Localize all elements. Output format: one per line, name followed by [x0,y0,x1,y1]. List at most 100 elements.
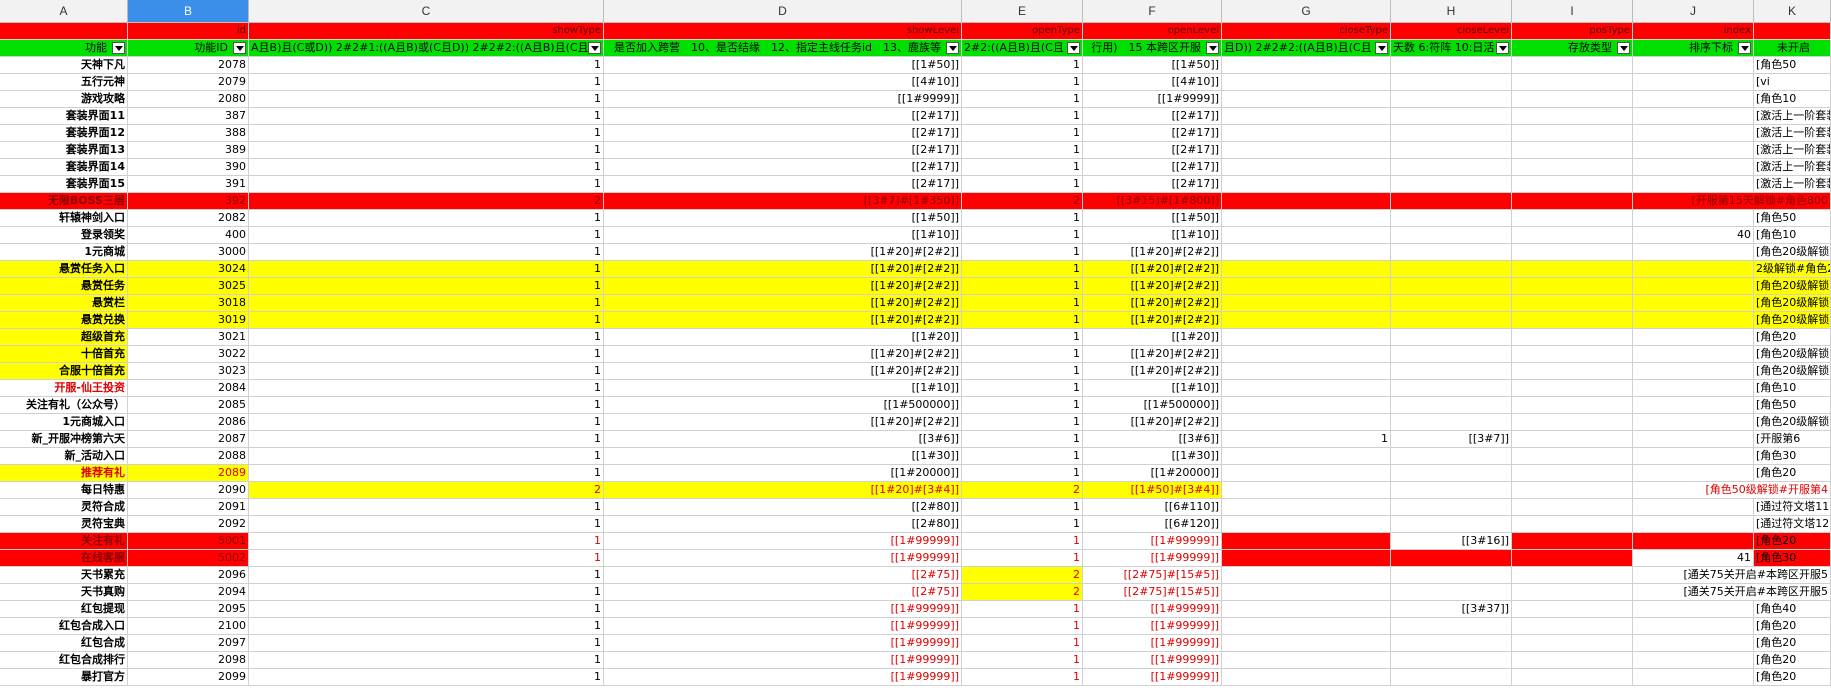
table-cell[interactable]: 1元商城 [0,244,128,261]
table-cell[interactable] [1633,652,1754,669]
table-cell[interactable]: 3000 [128,244,249,261]
table-cell[interactable] [1391,108,1512,125]
field-name-cell[interactable]: openType [962,23,1083,40]
filter-header-cell[interactable]: 行用) 15 本跨区开服 [1083,40,1222,57]
table-cell[interactable] [1222,227,1391,244]
field-name-cell[interactable]: showLevel [604,23,962,40]
table-cell[interactable]: [角色20 [1754,618,1831,635]
table-cell[interactable] [1633,142,1754,159]
table-cell[interactable]: [开服第6 [1754,431,1831,448]
table-cell[interactable]: 1 [249,295,604,312]
table-cell[interactable]: 2084 [128,380,249,397]
table-cell[interactable] [1222,448,1391,465]
table-cell[interactable]: 2 [249,193,604,210]
table-cell[interactable] [1512,397,1633,414]
table-cell[interactable] [1391,567,1512,584]
table-cell[interactable]: 1 [962,431,1083,448]
table-cell[interactable] [1391,482,1512,499]
field-name-cell[interactable]: id [128,23,249,40]
filter-dropdown-icon[interactable] [946,42,959,54]
table-cell[interactable]: [[1#20]#[2#2]] [604,363,962,380]
table-cell[interactable] [1222,159,1391,176]
table-cell[interactable]: 登录领奖 [0,227,128,244]
table-cell[interactable]: 390 [128,159,249,176]
table-cell[interactable] [1512,57,1633,74]
filter-dropdown-icon[interactable] [233,42,246,54]
table-cell[interactable]: 1 [249,567,604,584]
table-cell[interactable] [1633,601,1754,618]
table-cell[interactable] [1633,210,1754,227]
table-cell[interactable]: [[1#10]] [604,380,962,397]
table-cell[interactable]: [[3#7]] [1391,431,1512,448]
table-cell[interactable]: 1 [962,448,1083,465]
table-cell[interactable] [1633,74,1754,91]
table-cell[interactable] [1512,346,1633,363]
table-cell[interactable]: 2085 [128,397,249,414]
table-cell[interactable]: 5002 [128,550,249,567]
table-cell[interactable]: 2100 [128,618,249,635]
table-cell[interactable]: [[6#120]] [1083,516,1222,533]
table-cell[interactable] [1512,312,1633,329]
table-cell[interactable]: [[1#99999]] [604,601,962,618]
filter-header-cell[interactable]: 2#2:((A且B)且(C且 [962,40,1083,57]
table-cell[interactable]: [角色10 [1754,227,1831,244]
table-cell[interactable]: [通过符文塔120 [1754,516,1831,533]
table-cell[interactable]: 关注有礼 [0,533,128,550]
filter-header-cell[interactable]: 功能ID [128,40,249,57]
table-cell[interactable]: 悬赏任务 [0,278,128,295]
table-cell[interactable] [1391,91,1512,108]
table-cell[interactable]: [[1#50]#[3#4]] [1083,482,1222,499]
table-cell[interactable]: 1 [962,227,1083,244]
table-cell[interactable]: 1 [962,465,1083,482]
table-cell[interactable]: [[1#9999]] [1083,91,1222,108]
table-cell[interactable]: 2 [962,584,1083,601]
table-cell[interactable] [1512,244,1633,261]
table-cell[interactable]: 1 [249,584,604,601]
table-cell[interactable] [1222,278,1391,295]
table-cell[interactable]: 1 [962,550,1083,567]
table-cell[interactable] [1391,618,1512,635]
table-cell[interactable] [1512,499,1633,516]
table-cell[interactable]: [[1#99999]] [1083,635,1222,652]
table-cell[interactable]: [[1#500000]] [604,397,962,414]
table-cell[interactable] [1512,278,1633,295]
table-cell[interactable] [1633,159,1754,176]
table-cell[interactable] [1222,652,1391,669]
table-cell[interactable]: 1 [962,210,1083,227]
table-cell[interactable]: 1 [249,431,604,448]
table-cell[interactable] [1633,312,1754,329]
table-cell[interactable] [1391,550,1512,567]
table-cell[interactable]: 悬赏任务入口 [0,261,128,278]
table-cell[interactable]: 2080 [128,91,249,108]
table-cell[interactable]: 在线客服 [0,550,128,567]
table-cell[interactable]: 2098 [128,652,249,669]
table-cell[interactable]: 392 [128,193,249,210]
field-name-cell[interactable]: closeType [1222,23,1391,40]
table-cell[interactable]: 2090 [128,482,249,499]
table-cell[interactable] [1633,57,1754,74]
table-cell[interactable] [1222,57,1391,74]
table-cell[interactable]: [[1#20]#[2#2]] [1083,312,1222,329]
table-cell[interactable] [1222,176,1391,193]
table-cell[interactable]: [[1#20000]] [604,465,962,482]
table-cell[interactable] [1512,91,1633,108]
table-cell[interactable]: 1 [249,669,604,686]
table-cell[interactable]: 合服十倍首充 [0,363,128,380]
table-cell[interactable]: [[1#20]#[2#2]] [604,261,962,278]
column-header-f[interactable]: F [1083,0,1222,23]
table-cell[interactable]: 3024 [128,261,249,278]
table-cell[interactable]: [[2#17]] [1083,159,1222,176]
table-cell[interactable]: [激活上一阶套装 [1754,108,1831,125]
table-cell[interactable] [1512,448,1633,465]
table-cell[interactable] [1391,346,1512,363]
table-cell[interactable]: 3021 [128,329,249,346]
table-cell[interactable] [1222,533,1391,550]
filter-dropdown-icon[interactable] [1067,42,1080,54]
table-cell[interactable]: 1 [249,601,604,618]
table-cell[interactable]: [[1#10]] [1083,380,1222,397]
field-name-cell[interactable]: closeLevel [1391,23,1512,40]
column-header-k[interactable]: K [1754,0,1831,23]
table-cell[interactable]: 灵符宝典 [0,516,128,533]
table-cell[interactable]: [角色30 [1754,448,1831,465]
filter-dropdown-icon[interactable] [1496,42,1509,54]
